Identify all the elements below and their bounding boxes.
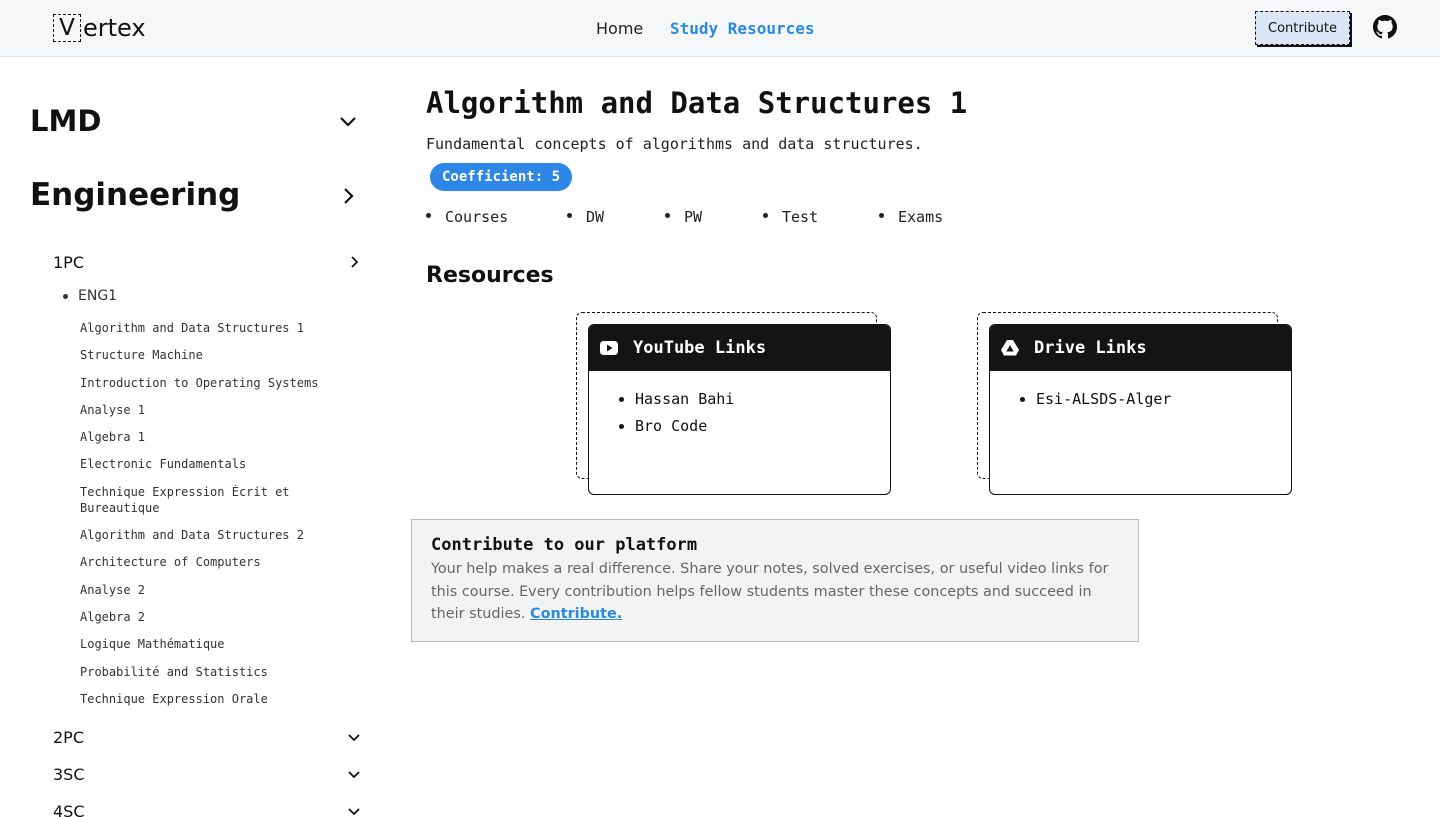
type-item-dw[interactable]: DW xyxy=(567,208,604,226)
drive-link-item[interactable]: Esi-ALSDS-Alger xyxy=(1020,386,1291,413)
sidebar-category-lmd[interactable]: LMD xyxy=(30,104,101,138)
card-title: YouTube Links xyxy=(633,338,767,358)
sidebar-year-4sc[interactable]: 4SC xyxy=(53,802,85,817)
sidebar-year-2pc[interactable]: 2PC xyxy=(53,728,84,747)
nav-home-link[interactable]: Home xyxy=(596,19,643,38)
card-body: YouTube Links Hassan Bahi Bro Code xyxy=(588,324,891,495)
card-title: Drive Links xyxy=(1034,338,1147,358)
sidebar-category-engineering[interactable]: Engineering xyxy=(30,177,240,213)
contribute-button[interactable]: Contribute xyxy=(1255,11,1350,45)
module-item[interactable]: Analyse 1 xyxy=(80,402,340,418)
youtube-link-item[interactable]: Hassan Bahi xyxy=(619,386,890,413)
chevron-down-icon[interactable] xyxy=(346,729,362,745)
semester-label: ENG1 xyxy=(78,288,118,304)
card-body: Drive Links Esi-ALSDS-Alger xyxy=(989,324,1292,495)
top-header: V ertex Home Study Resources Contribute xyxy=(0,0,1440,57)
module-item[interactable]: Algorithm and Data Structures 2 xyxy=(80,527,340,543)
module-item[interactable]: Analyse 2 xyxy=(80,582,340,598)
logo-letter: V xyxy=(53,14,81,42)
google-drive-icon xyxy=(1001,340,1019,356)
type-item-courses[interactable]: Courses xyxy=(426,208,508,226)
youtube-link-list: Hassan Bahi Bro Code xyxy=(589,371,890,440)
chevron-down-icon[interactable] xyxy=(346,803,362,817)
sidebar: LMD Engineering 1PC ENG1 Algorithm and D… xyxy=(0,57,390,817)
module-item[interactable]: Architecture of Computers xyxy=(80,554,340,570)
chevron-down-icon[interactable] xyxy=(346,766,362,782)
contribute-link[interactable]: Contribute. xyxy=(530,606,622,622)
logo-text: ertex xyxy=(83,14,146,42)
logo[interactable]: V ertex xyxy=(53,14,146,42)
module-item[interactable]: Algebra 2 xyxy=(80,609,340,625)
module-item[interactable]: Technique Expression Orale xyxy=(80,691,340,707)
contribute-callout: Contribute to our platform Your help mak… xyxy=(411,519,1139,642)
card-header: YouTube Links xyxy=(589,325,890,371)
nav-study-resources-link[interactable]: Study Resources xyxy=(670,19,815,38)
module-list: Algorithm and Data Structures 1 Structur… xyxy=(80,320,340,718)
contribute-heading: Contribute to our platform xyxy=(431,535,698,555)
sidebar-semester-eng1[interactable]: ENG1 xyxy=(63,288,117,304)
youtube-link-item[interactable]: Bro Code xyxy=(619,413,890,440)
contribute-text: Your help makes a real difference. Share… xyxy=(431,558,1119,626)
sidebar-year-1pc[interactable]: 1PC xyxy=(53,253,84,272)
resources-heading: Resources xyxy=(426,263,554,288)
type-item-pw[interactable]: PW xyxy=(665,208,702,226)
page-title: Algorithm and Data Structures 1 xyxy=(426,86,968,120)
youtube-icon xyxy=(600,341,618,355)
drive-link-list: Esi-ALSDS-Alger xyxy=(990,371,1291,413)
module-item[interactable]: Logique Mathématique xyxy=(80,636,340,652)
chevron-down-icon[interactable] xyxy=(338,111,358,131)
chevron-right-icon[interactable] xyxy=(346,254,362,270)
course-description: Fundamental concepts of algorithms and d… xyxy=(426,135,923,153)
module-item[interactable]: Technique Expression Écrit et Bureautiqu… xyxy=(80,484,340,516)
coefficient-badge: Coefficient: 5 xyxy=(430,163,573,191)
sidebar-year-3sc[interactable]: 3SC xyxy=(53,765,85,784)
module-item[interactable]: Algorithm and Data Structures 1 xyxy=(80,320,340,336)
chevron-right-icon[interactable] xyxy=(338,186,358,206)
module-item[interactable]: Algebra 1 xyxy=(80,429,340,445)
card-header: Drive Links xyxy=(990,325,1291,371)
bullet-icon xyxy=(63,293,68,299)
module-item[interactable]: Introduction to Operating Systems xyxy=(80,375,340,391)
module-item[interactable]: Electronic Fundamentals xyxy=(80,456,340,472)
type-item-test[interactable]: Test xyxy=(763,208,818,226)
module-item[interactable]: Structure Machine xyxy=(80,347,340,363)
github-icon[interactable] xyxy=(1373,15,1397,39)
module-item[interactable]: Probabilité and Statistics xyxy=(80,664,340,680)
type-item-exams[interactable]: Exams xyxy=(879,208,943,226)
